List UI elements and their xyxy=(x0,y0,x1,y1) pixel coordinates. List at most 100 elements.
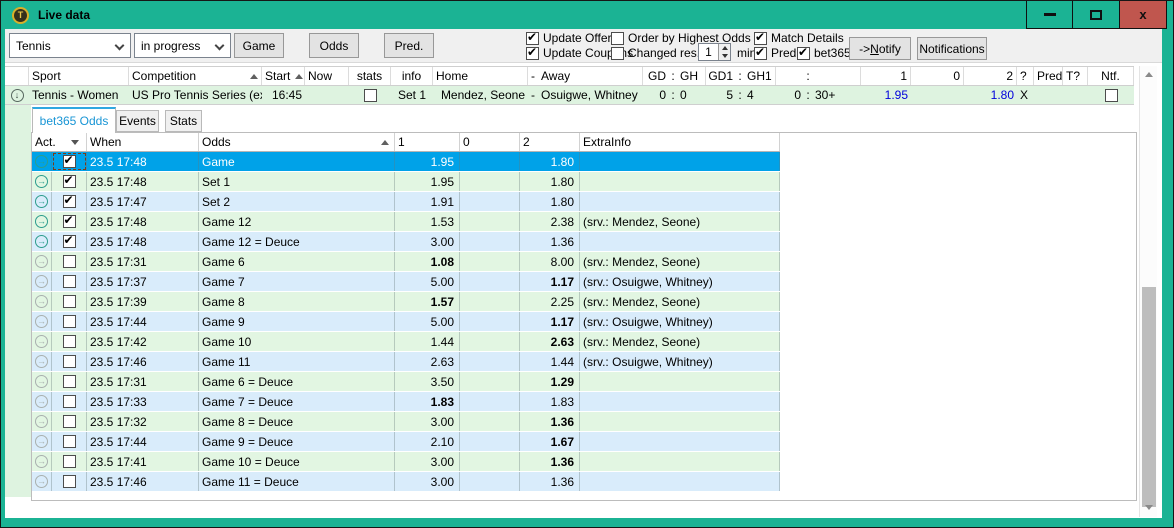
row-active-checkbox[interactable] xyxy=(62,193,76,208)
score-column-header xyxy=(776,67,804,85)
value0-column-header[interactable]: 0 xyxy=(460,133,520,151)
away-column-header[interactable]: Away xyxy=(538,67,643,85)
odds-row[interactable]: → 23.5 17:48Game 121.53 2.38(srv.: Mendez,… xyxy=(32,212,780,232)
row-active-checkbox[interactable] xyxy=(62,435,76,448)
pick-column-header[interactable]: ? xyxy=(1017,67,1034,85)
sport-column-header[interactable]: Sport xyxy=(29,67,129,85)
row-active-checkbox[interactable] xyxy=(62,395,76,408)
odds-column-header[interactable]: Odds xyxy=(199,133,395,151)
spin-down-button[interactable] xyxy=(719,52,730,60)
close-button[interactable]: x xyxy=(1120,1,1167,29)
notify-button[interactable]: -> Notify xyxy=(849,37,911,60)
row-active-checkbox[interactable] xyxy=(62,255,76,268)
notifications-button[interactable]: Notifications xyxy=(917,37,987,60)
odds-row[interactable]: → 23.5 17:31 Game 6 1.08 8.00 (srv.: Mendez, … xyxy=(32,252,780,272)
odds-row[interactable]: → 23.5 17:37 Game 7 5.00 1.17 (srv.: Osuigwe,… xyxy=(32,272,780,292)
odds1-column-header[interactable]: 1 xyxy=(861,67,911,85)
title-bar[interactable]: T Live data x xyxy=(1,1,1173,29)
match-expander-cell[interactable]: ↓ xyxy=(5,86,29,104)
scroll-up-button[interactable] xyxy=(1140,67,1158,82)
row-active-checkbox[interactable] xyxy=(62,233,76,248)
odds-row[interactable]: → 23.5 17:47Set 21.91 1.80 xyxy=(32,192,780,212)
competition-column-header[interactable]: Competition xyxy=(129,67,262,85)
odds-row-name: Game xyxy=(199,152,395,171)
row-active-checkbox[interactable] xyxy=(62,335,76,348)
act-cell: → xyxy=(32,292,52,311)
match-details-label: Match Details xyxy=(771,31,844,45)
row-active-checkbox[interactable] xyxy=(62,173,76,188)
update-offer-checkbox[interactable] xyxy=(526,30,539,45)
odds0-column-header[interactable]: 0 xyxy=(911,67,964,85)
gd-column-header[interactable]: GD xyxy=(643,67,669,85)
odds-row[interactable]: → 23.5 17:44 Game 9 5.00 1.17 (srv.: Osuigwe,… xyxy=(32,312,780,332)
value1-column-header[interactable]: 1 xyxy=(395,133,460,151)
odds-row[interactable]: → 23.5 17:41 Game 10 = Deuce 3.00 1.36 xyxy=(32,452,780,472)
gh1-column-header[interactable]: GH1 xyxy=(744,67,776,85)
scroll-down-button[interactable] xyxy=(1140,500,1158,515)
gh-column-header[interactable]: GH xyxy=(677,67,706,85)
order-by-highest-odds-checkbox[interactable] xyxy=(611,31,624,45)
odds-row[interactable]: → 23.5 17:32 Game 8 = Deuce 3.00 1.36 xyxy=(32,412,780,432)
update-coupons-checkbox[interactable] xyxy=(526,45,539,60)
match-details-checkbox[interactable] xyxy=(754,30,767,45)
tab-stats[interactable]: Stats xyxy=(165,110,202,132)
vertical-scrollbar[interactable] xyxy=(1139,66,1157,517)
scrollbar-thumb[interactable] xyxy=(1142,287,1156,507)
odds-row[interactable]: → 23.5 17:48Game 12 = Deuce3.00 1.36 xyxy=(32,232,780,252)
sport-filter-select[interactable]: Tennis xyxy=(9,33,131,58)
odds-row[interactable]: → 23.5 17:44 Game 9 = Deuce 2.10 1.67 xyxy=(32,432,780,452)
extrainfo-column-header[interactable]: ExtraInfo xyxy=(580,133,780,151)
when-column-header[interactable]: When xyxy=(87,133,199,151)
tq-column-header[interactable]: T? xyxy=(1063,67,1088,85)
bet365-checkbox[interactable] xyxy=(797,45,810,60)
match-stats-checkbox[interactable] xyxy=(363,88,377,102)
filter-dropdown-icon[interactable] xyxy=(71,139,79,145)
odds-row[interactable]: → 23.5 17:46 Game 11 = Deuce 3.00 1.36 xyxy=(32,472,780,492)
row-active-checkbox[interactable] xyxy=(62,295,76,308)
odds-row[interactable]: → 23.5 17:46 Game 11 2.63 1.44 (srv.: Osuigwe… xyxy=(32,352,780,372)
stats-column-header[interactable]: stats xyxy=(349,67,391,85)
minimize-button[interactable] xyxy=(1026,1,1073,29)
odds-row[interactable]: → 23.5 17:42 Game 10 1.44 2.63 (srv.: Mendez,… xyxy=(32,332,780,352)
odds-button[interactable]: Odds xyxy=(309,33,359,58)
spin-up-button[interactable] xyxy=(719,44,730,52)
row-active-checkbox[interactable] xyxy=(62,213,76,228)
interval-spinner[interactable]: 1 xyxy=(698,43,731,61)
value2-column-header[interactable]: 2 xyxy=(520,133,580,151)
ntf-column-header[interactable]: Ntf. xyxy=(1088,67,1134,85)
odds2-column-header[interactable]: 2 xyxy=(964,67,1017,85)
tab-bet365-odds[interactable]: bet365 Odds xyxy=(32,107,116,133)
row-active-checkbox[interactable] xyxy=(62,153,76,168)
row-active-checkbox[interactable] xyxy=(62,415,76,428)
act-column-header[interactable]: Act. xyxy=(32,133,87,151)
pred-column-header[interactable]: Pred xyxy=(1034,67,1063,85)
tab-events[interactable]: Events xyxy=(116,110,159,132)
sort-ascending-icon xyxy=(295,73,304,79)
row-active-checkbox[interactable] xyxy=(62,375,76,388)
chevron-down-icon xyxy=(114,40,125,51)
odds-row-when: 23.5 17:46 xyxy=(87,472,199,491)
home-column-header[interactable]: Home xyxy=(433,67,528,85)
row-active-checkbox[interactable] xyxy=(62,275,76,288)
start-column-header[interactable]: Start xyxy=(262,67,305,85)
odds-row[interactable]: → 23.5 17:33 Game 7 = Deuce 1.83 1.83 xyxy=(32,392,780,412)
match-ntf-checkbox[interactable] xyxy=(1104,88,1118,102)
status-filter-select[interactable]: in progress xyxy=(134,33,231,58)
pred-checkbox[interactable] xyxy=(754,45,767,60)
info-column-header[interactable]: info xyxy=(391,67,433,85)
maximize-button[interactable] xyxy=(1073,1,1120,29)
now-column-header[interactable]: Now xyxy=(305,67,349,85)
match-row[interactable]: ↓ Tennis - Women US Pro Tennis Series (e… xyxy=(5,86,1134,105)
game-button[interactable]: Game xyxy=(234,33,284,58)
odds-row[interactable]: → 23.5 17:48Game1.95 1.80 xyxy=(32,152,780,172)
odds-row[interactable]: → 23.5 17:31 Game 6 = Deuce 3.50 1.29 xyxy=(32,372,780,392)
gd1-column-header[interactable]: GD1 xyxy=(706,67,736,85)
pred-button[interactable]: Pred. xyxy=(384,33,434,58)
row-active-checkbox[interactable] xyxy=(62,455,76,468)
odds-row[interactable]: → 23.5 17:48Set 11.95 1.80 xyxy=(32,172,780,192)
odds-row[interactable]: → 23.5 17:39 Game 8 1.57 2.25 (srv.: Mendez, … xyxy=(32,292,780,312)
row-active-checkbox[interactable] xyxy=(62,355,76,368)
row-active-checkbox[interactable] xyxy=(62,475,76,488)
changed-res-checkbox[interactable] xyxy=(611,46,624,60)
row-active-checkbox[interactable] xyxy=(62,315,76,328)
